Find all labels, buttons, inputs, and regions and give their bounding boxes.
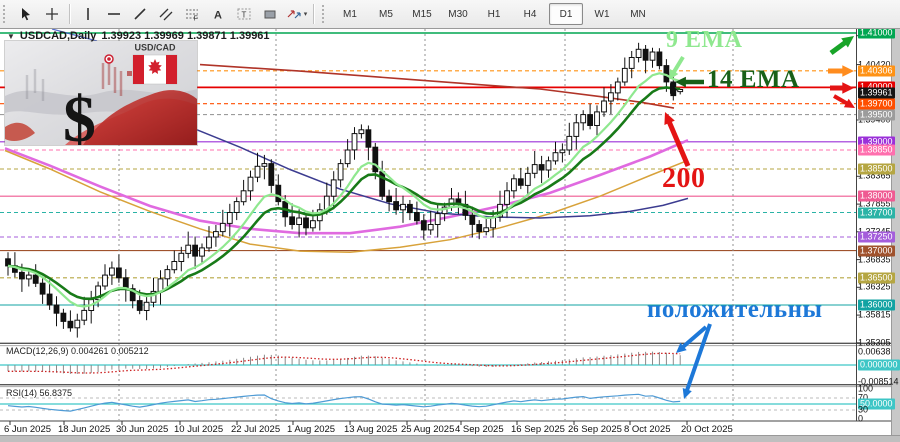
timeframe-M30-button[interactable]: M30 [441,3,475,25]
fibonacci-tool-button[interactable]: F [179,2,205,26]
ema9-label: 9 EMA [666,27,743,54]
trading-terminal-window: { "toolbar": { "tools": [ {"name":"curso… [0,0,900,442]
ema14-arrow [675,77,704,87]
macd-rsi-label: положительны [647,296,823,324]
timeframe-H4-button[interactable]: H4 [513,3,547,25]
ma200-arrow [664,112,688,166]
timeframe-D1-button[interactable]: D1 [549,3,583,25]
svg-text:A: A [214,10,222,22]
vertical-line-tool-button[interactable] [75,2,101,26]
drawing-toolbar: F A T ▾ [13,2,319,26]
ma200-label: 200 [662,163,706,195]
svg-text:USD/CAD: USD/CAD [134,43,176,53]
toolbar: F A T ▾ M1M5M15M30H1H4D1W1MN [0,0,900,29]
green-right-arrow [831,36,854,53]
timeframe-MN-button[interactable]: MN [621,3,655,25]
arrows-tool-button[interactable]: ▾ [283,2,309,26]
timeframe-toolbar: M1M5M15M30H1H4D1W1MN [332,3,656,25]
timeframe-M5-button[interactable]: M5 [369,3,403,25]
symbol-title: USDCAD,Daily [20,30,96,42]
red-right-arrow [830,82,854,93]
equidistant-channel-tool-button[interactable] [153,2,179,26]
toolbar-separator [313,4,315,24]
cursor-tool-button[interactable] [13,2,39,26]
svg-text:T: T [242,11,247,20]
orange-right-arrow [828,65,854,76]
timeframe-H1-button[interactable]: H1 [477,3,511,25]
timeframe-M1-button[interactable]: M1 [333,3,367,25]
crosshair-tool-button[interactable] [39,2,65,26]
timeframe-M15-button[interactable]: M15 [405,3,439,25]
timeframe-toolbar-grip[interactable] [322,5,327,23]
label-tool-button[interactable]: T [231,2,257,26]
ema9-arrow [669,57,683,80]
text-tool-button[interactable]: A [205,2,231,26]
timeframe-W1-button[interactable]: W1 [585,3,619,25]
macd-indicator-label: MACD(12,26,9) 0.004261 0.005212 [6,346,149,356]
toolbar-separator [69,4,71,24]
trendline-tool-button[interactable] [127,2,153,26]
rsi-indicator-label: RSI(14) 56.8375 [6,388,72,398]
canada-flag-icon [133,55,177,84]
shapes-tool-button[interactable] [257,2,283,26]
chart-header: ▼ USDCAD,Daily 1.39923 1.39969 1.39871 1… [7,30,270,42]
ohlc-values: 1.39923 1.39969 1.39871 1.39961 [101,30,269,42]
red-down-right-arrow [834,96,855,108]
toolbar-grip[interactable] [3,5,8,23]
horizontal-line-tool-button[interactable] [101,2,127,26]
artwork-dollar-sign: $ [63,83,96,145]
symbol-dropdown-icon[interactable]: ▼ [7,32,15,41]
usdcad-artwork-image: $ USD/CAD [5,41,197,145]
ema14-label: 14 EMA [707,66,800,94]
svg-text:F: F [194,16,198,22]
